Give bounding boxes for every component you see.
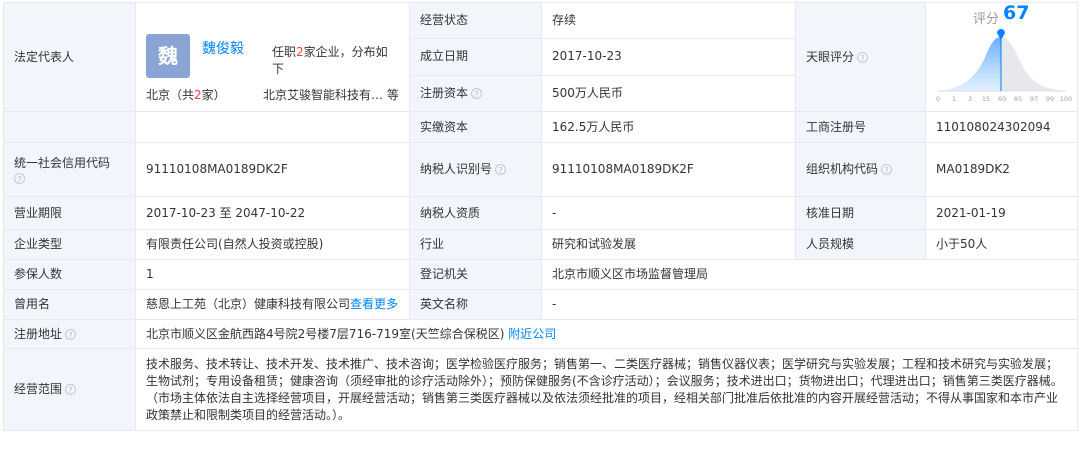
taxpayer-id-label: 纳税人识别号	[420, 162, 493, 176]
help-icon[interactable]: ?	[14, 173, 25, 184]
region-prefix: 北京（共	[146, 88, 195, 102]
nearby-companies-link[interactable]: 附近公司	[508, 327, 556, 341]
industry-value: 研究和试验发展	[541, 229, 796, 260]
approval-date-value: 2021-01-19	[925, 196, 1078, 230]
score-ticks: 0 1 3 15 60 85 97 99 100	[936, 95, 1072, 103]
insured-value: 1	[135, 259, 410, 290]
help-icon[interactable]: ?	[65, 328, 77, 340]
address-value: 北京市顺义区金航西路4号院2号楼7层716-719室(天竺综合保税区)	[146, 326, 505, 341]
score-tick-label: 99	[1046, 95, 1054, 103]
legal-rep-label-bottom	[3, 111, 136, 143]
staff-size-value: 小于50人	[925, 229, 1078, 260]
english-name-label: 英文名称	[409, 289, 542, 320]
region-count: 2	[194, 88, 202, 102]
paid-capital-value: 162.5万人民币	[541, 111, 796, 143]
credit-code-label-cell: 统一社会信用代码?	[3, 142, 136, 197]
roles-count: 2	[296, 45, 304, 59]
insured-label: 参保人数	[3, 259, 136, 290]
credit-code-value: 91110108MA0189DK2F	[135, 142, 410, 197]
tianyan-score-cell[interactable]: 评分 67 0 1 3 15 60 85 97 99 100	[925, 2, 1078, 112]
legal-rep-companies: 北京艾骏智能科技有… 等	[263, 87, 399, 104]
roles-prefix: 任职	[272, 45, 297, 59]
score-tick-label: 1	[952, 95, 956, 103]
status-value: 存续	[541, 1, 796, 40]
founded-label: 成立日期	[409, 38, 542, 76]
address-cell: 北京市顺义区金航西路4号院2号楼7层716-719室(天竺综合保税区) 附近公司	[135, 319, 1078, 349]
org-code-label-cell: 组织机构代码?	[795, 142, 926, 197]
legal-rep-cell-bottom	[135, 111, 410, 143]
taxpayer-id-value: 91110108MA0189DK2F	[541, 142, 796, 197]
view-more-link[interactable]: 查看更多	[350, 297, 398, 311]
reg-capital-label: 注册资本	[420, 85, 469, 100]
former-name-label: 曾用名	[3, 289, 136, 320]
scope-label-cell: 经营范围?	[3, 348, 136, 431]
region-suffix: 家）	[201, 88, 226, 102]
term-value: 2017-10-23 至 2047-10-22	[135, 196, 410, 230]
avatar[interactable]: 魏	[146, 34, 190, 78]
approval-date-label: 核准日期	[795, 196, 926, 230]
score-curve-filled	[938, 37, 1001, 91]
reg-capital-value: 500万人民币	[541, 74, 796, 113]
score-tick-label: 0	[936, 95, 940, 103]
company-type-label: 企业类型	[3, 229, 136, 260]
reg-authority-value: 北京市顺义区市场监督管理局	[541, 259, 1078, 290]
tianyan-label: 天眼评分	[806, 49, 855, 64]
taxpayer-id-label-cell: 纳税人识别号?	[409, 142, 542, 197]
paid-capital-label: 实缴资本	[409, 111, 542, 143]
score-chart[interactable]: 评分 67 0 1 3 15 60 85 97 99 100	[927, 4, 1077, 111]
staff-size-label: 人员规模	[795, 229, 926, 260]
scope-value: 技术服务、技术转让、技术开发、技术推广、技术咨询；医学检验医疗服务；销售第一、二…	[135, 348, 1078, 431]
legal-rep-roles: 任职2家企业，分布如下	[272, 44, 399, 78]
legal-rep-region: 北京（共2家）	[146, 87, 226, 104]
legal-rep-cell: 魏 魏俊毅 任职2家企业，分布如下 北京（共2家） 北京艾骏智能科技有… 等	[135, 2, 410, 112]
help-icon[interactable]: ?	[495, 164, 507, 175]
help-icon[interactable]: ?	[881, 164, 893, 175]
biz-reg-no-label: 工商注册号	[795, 111, 926, 143]
score-tick-label: 3	[968, 95, 972, 103]
founded-value: 2017-10-23	[541, 38, 796, 76]
score-curve-remaining	[1001, 37, 1066, 91]
score-tick-label: 85	[1014, 95, 1022, 103]
org-code-value: MA0189DK2	[925, 142, 1078, 197]
help-icon[interactable]: ?	[471, 87, 483, 99]
tianyan-label-cell: 天眼评分?	[795, 2, 926, 112]
taxpayer-qual-label: 纳税人资质	[409, 196, 542, 230]
english-name-value: -	[541, 289, 1078, 320]
company-type-value: 有限责任公司(自然人投资或控股)	[135, 229, 410, 260]
score-tick-label: 100	[1060, 95, 1072, 103]
address-label-cell: 注册地址?	[3, 319, 136, 349]
score-tick-label: 97	[1030, 95, 1038, 103]
score-tick-label: 60	[998, 95, 1006, 103]
help-icon[interactable]: ?	[65, 384, 77, 395]
company-info-table: 法定代表人 魏 魏俊毅 任职2家企业，分布如下 北京（共2家） 北京艾骏智能科技…	[3, 1, 1078, 431]
score-distribution-graph: 0 1 3 15 60 85 97 99 100	[936, 29, 1072, 103]
score-tick-label: 15	[982, 95, 990, 103]
reg-authority-label: 登记机关	[409, 259, 542, 290]
help-icon[interactable]: ?	[857, 51, 869, 63]
reg-capital-label-cell: 注册资本?	[409, 74, 542, 113]
address-label: 注册地址	[14, 326, 63, 341]
legal-rep-name-link[interactable]: 魏俊毅	[202, 41, 244, 58]
former-name-value: 慈恩上工苑（北京）健康科技有限公司	[146, 297, 351, 311]
status-label: 经营状态	[409, 1, 542, 40]
legal-rep-label: 法定代表人	[3, 2, 136, 112]
industry-label: 行业	[409, 229, 542, 260]
org-code-label: 组织机构代码	[806, 162, 879, 176]
taxpayer-qual-value: -	[541, 196, 796, 230]
biz-reg-no-value: 110108024302094	[925, 111, 1078, 143]
term-label: 营业期限	[3, 196, 136, 230]
company-info-panel: 法定代表人 魏 魏俊毅 任职2家企业，分布如下 北京（共2家） 北京艾骏智能科技…	[0, 0, 1080, 459]
company-more-link[interactable]: 等	[387, 88, 399, 102]
credit-code-label: 统一社会信用代码	[14, 156, 111, 170]
company-link[interactable]: 北京艾骏智能科技有…	[263, 88, 383, 102]
former-name-cell: 慈恩上工苑（北京）健康科技有限公司查看更多	[135, 289, 410, 320]
scope-label: 经营范围	[14, 382, 63, 396]
